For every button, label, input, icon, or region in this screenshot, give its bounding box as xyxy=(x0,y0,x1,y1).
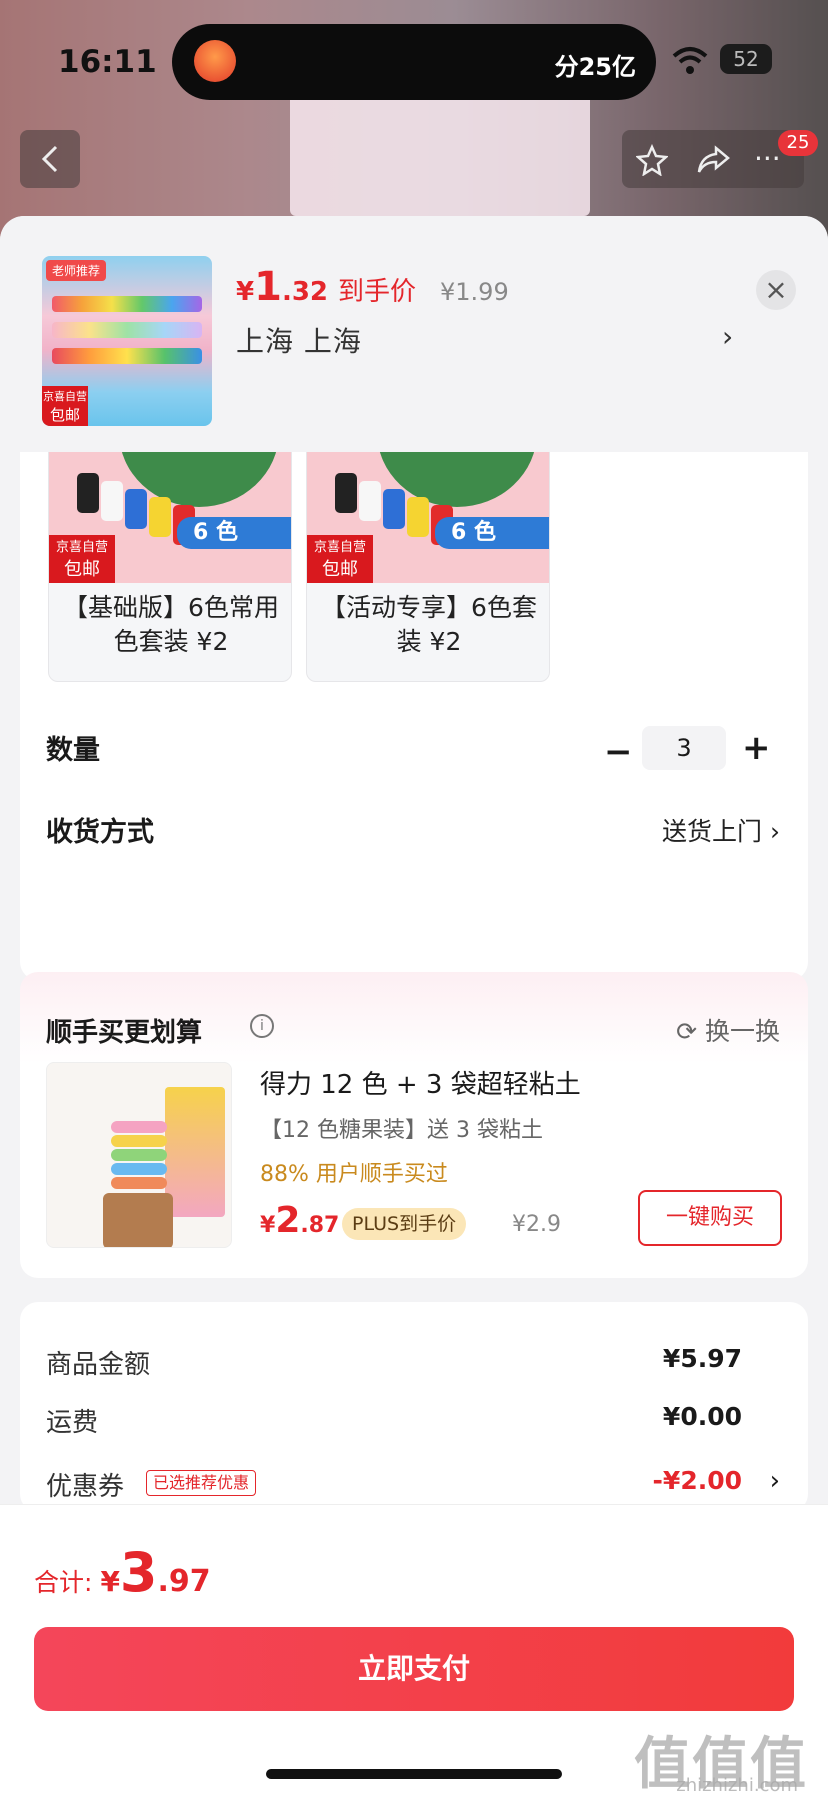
color-count-label: 6 色 xyxy=(177,517,291,549)
product-summary-header: 老师推荐 京喜自营 包邮 ¥ 1 .32 到手价 ¥1.99 上海 上海 › × xyxy=(0,216,828,452)
top-actions: ··· xyxy=(622,130,804,188)
info-icon[interactable]: i xyxy=(250,1014,274,1038)
chevron-left-icon xyxy=(41,145,58,173)
order-summary-card: 商品金额 ¥5.97 运费 ¥0.00 优惠券 已选推荐优惠 -¥2.00 › xyxy=(20,1302,808,1512)
home-indicator[interactable] xyxy=(266,1769,562,1779)
freight-label: 运费 xyxy=(46,1408,99,1438)
one-click-buy-button[interactable]: 一键购买 xyxy=(638,1190,782,1246)
share-icon[interactable] xyxy=(696,144,730,176)
coupon-tag: 已选推荐优惠 xyxy=(146,1470,257,1496)
quantity-label: 数量 xyxy=(46,735,100,766)
product-banner-image xyxy=(290,86,590,216)
quantity-input[interactable]: 3 xyxy=(642,726,726,770)
spec-card: 6 色 京喜自营 包邮 【基础版】6色常用色套装 ¥2 6 色 京喜自营 包邮 【活… xyxy=(20,376,808,980)
checkout-footer: 合计: ¥ 3 .97 立即支付 值值值 zhizhizhi.com xyxy=(0,1504,828,1796)
combo-product-name[interactable]: 得力 12 色 + 3 袋超轻粘土 xyxy=(260,1064,581,1101)
back-button[interactable] xyxy=(20,130,80,188)
goods-amount-value: ¥5.97 xyxy=(662,1344,742,1373)
refresh-button[interactable]: ⟳ 换一换 xyxy=(676,1012,780,1048)
delivery-method-selector[interactable]: 送货上门 › xyxy=(662,812,780,848)
variant-name: 【活动专享】6色套装 ¥2 xyxy=(321,593,537,656)
total-price: 合计: ¥ 3 .97 xyxy=(34,1541,211,1604)
combo-title: 顺手买更划算 xyxy=(46,1018,203,1048)
chevron-right-icon[interactable]: › xyxy=(770,1466,780,1496)
original-price: ¥1.99 xyxy=(440,278,509,306)
coupon-value[interactable]: -¥2.00 xyxy=(653,1466,742,1495)
jd-badge: 京喜自营 包邮 xyxy=(49,535,115,583)
jd-badge: 京喜自营 包邮 xyxy=(42,386,88,426)
quantity-increase-button[interactable]: + xyxy=(742,728,771,768)
chevron-right-icon[interactable]: › xyxy=(722,320,733,353)
delivery-label: 收货方式 xyxy=(46,817,154,848)
message-badge: 25 xyxy=(778,130,818,156)
island-text: 分25亿 xyxy=(554,53,636,81)
goods-amount-label: 商品金额 xyxy=(46,1350,151,1380)
variant-name: 【基础版】6色常用色套装 ¥2 xyxy=(63,593,279,656)
app-peach-icon xyxy=(194,40,236,82)
status-time: 16:11 xyxy=(58,44,157,80)
freight-value: ¥0.00 xyxy=(662,1402,742,1431)
color-count-label: 6 色 xyxy=(435,517,549,549)
final-price-label: 到手价 xyxy=(338,277,417,307)
quantity-decrease-button[interactable]: − xyxy=(604,732,633,772)
coupon-label: 优惠券 xyxy=(46,1472,125,1502)
close-button[interactable]: × xyxy=(756,270,796,310)
more-icon[interactable]: ··· xyxy=(754,142,781,175)
combo-product-image[interactable] xyxy=(46,1062,232,1248)
plus-price-tag: PLUS到手价 xyxy=(342,1208,467,1240)
total-label: 合计: xyxy=(34,1568,93,1597)
jd-badge: 京喜自营 包邮 xyxy=(307,535,373,583)
dynamic-island: 分25亿 xyxy=(172,24,656,100)
thumb-tag: 老师推荐 xyxy=(46,260,107,281)
product-thumbnail: 老师推荐 京喜自营 包邮 xyxy=(42,256,212,426)
combo-product-spec: 【12 色糖果装】送 3 袋粘土 xyxy=(260,1118,543,1143)
star-icon[interactable] xyxy=(636,144,668,176)
combo-price: ¥ 2 .87 xyxy=(260,1200,340,1241)
watermark-url: zhizhizhi.com xyxy=(676,1775,798,1796)
pay-now-button[interactable]: 立即支付 xyxy=(34,1627,794,1711)
product-price: ¥ 1 .32 到手价 ¥1.99 xyxy=(236,264,509,310)
battery-icon: 52 xyxy=(720,44,772,74)
combo-original-price: ¥2.9 xyxy=(512,1212,561,1237)
shipping-address[interactable]: 上海 上海 xyxy=(236,320,362,360)
buy-together-card: 顺手买更划算 i ⟳ 换一换 得力 12 色 + 3 袋超轻粘土 【12 色糖果… xyxy=(20,972,808,1278)
combo-popularity: 88% 用户顺手买过 xyxy=(260,1162,448,1187)
wifi-icon xyxy=(672,47,708,74)
